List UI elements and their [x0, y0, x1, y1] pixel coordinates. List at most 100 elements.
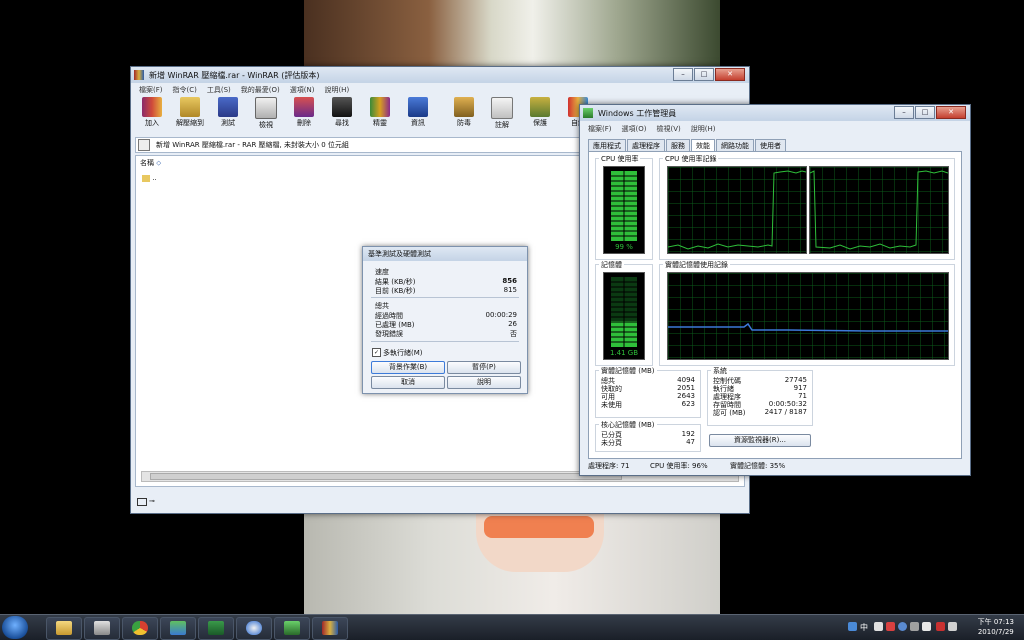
tray-network-icon[interactable]	[848, 622, 857, 631]
binoculars-icon	[332, 97, 352, 117]
virus-scan-button[interactable]: 防毒	[447, 95, 481, 131]
up-folder-button[interactable]	[138, 139, 150, 151]
cpu-usage-value: 99 %	[615, 243, 633, 251]
table-row-value: 2051	[677, 384, 695, 392]
list-item-parent[interactable]: ..	[142, 174, 157, 182]
folder-icon	[56, 621, 72, 635]
tray-settings-icon[interactable]	[910, 622, 919, 631]
pause-button[interactable]: 暫停(P)	[447, 361, 521, 374]
divider	[371, 297, 519, 298]
tray-app-icon[interactable]	[886, 622, 895, 631]
result-value: 856	[502, 277, 517, 285]
multithread-checkbox[interactable]: ✓	[372, 348, 381, 357]
wizard-button[interactable]: 精靈	[363, 95, 397, 131]
test-icon	[218, 97, 238, 117]
comment-button[interactable]: 註解	[485, 95, 519, 131]
system-clock[interactable]: 下午 07:13 2010/7/29	[978, 617, 1014, 637]
winrar-titlebar[interactable]: 新增 WinRAR 壓縮檔.rar - WinRAR (評估版本) – □ ✕	[131, 67, 749, 83]
divider	[371, 341, 519, 342]
menu-view[interactable]: 檢視(V)	[656, 123, 680, 135]
table-row-value: 623	[681, 400, 695, 408]
current-label: 目前 (KB/秒)	[375, 287, 416, 295]
taskmgr-statusbar: 處理程序: 71 CPU 使用率: 96% 實體記憶體: 35%	[584, 459, 966, 471]
menu-options[interactable]: 選項(O)	[622, 123, 647, 135]
table-row-value: 2643	[677, 392, 695, 400]
tray-ime-icon[interactable]	[874, 622, 883, 631]
view-button[interactable]: 檢視	[249, 95, 283, 131]
table-row-label: 認可 (MB)	[713, 409, 746, 417]
benchmark-dialog: 基準測試及硬體測試 速度 結果 (KB/秒) 856 目前 (KB/秒) 815…	[362, 246, 528, 394]
taskbar-media[interactable]	[84, 617, 120, 640]
tab-performance[interactable]: 效能	[691, 139, 715, 151]
tab-applications[interactable]: 應用程式	[588, 139, 626, 151]
scrollbar-thumb[interactable]	[150, 473, 622, 480]
errors-value: 否	[510, 330, 517, 338]
cancel-button[interactable]: 取消	[371, 376, 445, 389]
menu-file[interactable]: 檔案(F)	[588, 123, 612, 135]
memory-label: 記憶體	[599, 260, 624, 270]
cpu-history-core1-plot	[667, 167, 807, 253]
taskbar-messenger[interactable]	[160, 617, 196, 640]
tab-users[interactable]: 使用者	[755, 139, 786, 151]
test-button[interactable]: 測試	[211, 95, 245, 131]
performance-panel: CPU 使用率 99 % CPU 使用率記錄 記憶體 1.41 GB 實體記憶體…	[588, 151, 962, 459]
view-icon	[255, 97, 277, 119]
cpu-history-graph-core2	[809, 166, 949, 254]
excel-icon	[208, 621, 224, 635]
taskbar-excel[interactable]	[198, 617, 234, 640]
find-button[interactable]: 尋找	[325, 95, 359, 131]
taskmgr-titlebar[interactable]: Windows 工作管理員 – □ ✕	[580, 105, 970, 121]
tab-processes[interactable]: 處理程序	[627, 139, 665, 151]
maximize-button[interactable]: □	[694, 68, 714, 81]
column-name-header[interactable]: 名稱 ⬦	[140, 158, 161, 168]
tray-help-icon[interactable]	[898, 622, 907, 631]
table-row-value: 4094	[677, 376, 695, 384]
media-icon	[94, 621, 110, 635]
memory-usage-bars	[611, 277, 637, 347]
winrar-title: 新增 WinRAR 壓縮檔.rar - WinRAR (評估版本)	[149, 71, 320, 80]
wizard-icon	[370, 97, 390, 117]
maximize-button[interactable]: □	[915, 106, 935, 119]
taskbar-taskmgr[interactable]	[274, 617, 310, 640]
current-value: 815	[503, 286, 517, 294]
taskbar-explorer[interactable]	[46, 617, 82, 640]
app-icon	[246, 621, 262, 635]
table-row-value: 917	[793, 384, 807, 392]
extract-to-button[interactable]: 解壓縮到	[173, 95, 207, 131]
extract-icon	[180, 97, 200, 117]
close-button[interactable]: ✕	[715, 68, 745, 81]
cpu-history-label: CPU 使用率記錄	[663, 154, 719, 164]
total-heading: 總共	[375, 302, 389, 310]
taskbar-chrome[interactable]	[122, 617, 158, 640]
protect-button[interactable]: 保護	[523, 95, 557, 131]
delete-button[interactable]: 刪除	[287, 95, 321, 131]
table-row-value: 0:00:50:32	[768, 400, 807, 408]
resource-monitor-button[interactable]: 資源監視器(R)...	[709, 434, 811, 447]
minimize-button[interactable]: –	[673, 68, 693, 81]
taskmgr-app-icon	[583, 108, 593, 118]
start-button[interactable]	[2, 616, 28, 639]
messenger-icon	[170, 621, 186, 635]
language-indicator[interactable]: 中	[860, 622, 868, 633]
tray-flag-icon[interactable]	[922, 622, 931, 631]
tab-services[interactable]: 服務	[666, 139, 690, 151]
taskbar-winrar[interactable]	[312, 617, 348, 640]
status-processes: 處理程序: 71	[588, 462, 630, 470]
status-cpu: CPU 使用率: 96%	[650, 462, 708, 470]
close-button[interactable]: ✕	[936, 106, 966, 119]
tab-networking[interactable]: 網路功能	[716, 139, 754, 151]
tray-volume-icon[interactable]	[948, 622, 957, 631]
add-button[interactable]: 加入	[135, 95, 169, 131]
task-manager-window: Windows 工作管理員 – □ ✕ 檔案(F) 選項(O) 檢視(V) 說明…	[579, 104, 971, 476]
cpu-usage-meter: 99 %	[603, 166, 645, 254]
cpu-usage-label: CPU 使用率	[599, 154, 641, 164]
menu-help[interactable]: 說明(H)	[691, 123, 716, 135]
help-button[interactable]: 說明	[447, 376, 521, 389]
taskbar-app[interactable]	[236, 617, 272, 640]
info-button[interactable]: 資訊	[401, 95, 435, 131]
background-button[interactable]: 背景作業(B)	[371, 361, 445, 374]
tray-action-center-icon[interactable]	[936, 622, 945, 631]
minimize-button[interactable]: –	[894, 106, 914, 119]
benchmark-titlebar[interactable]: 基準測試及硬體測試	[363, 247, 527, 261]
physical-memory-heading: 實體記憶體 (MB)	[599, 366, 657, 376]
